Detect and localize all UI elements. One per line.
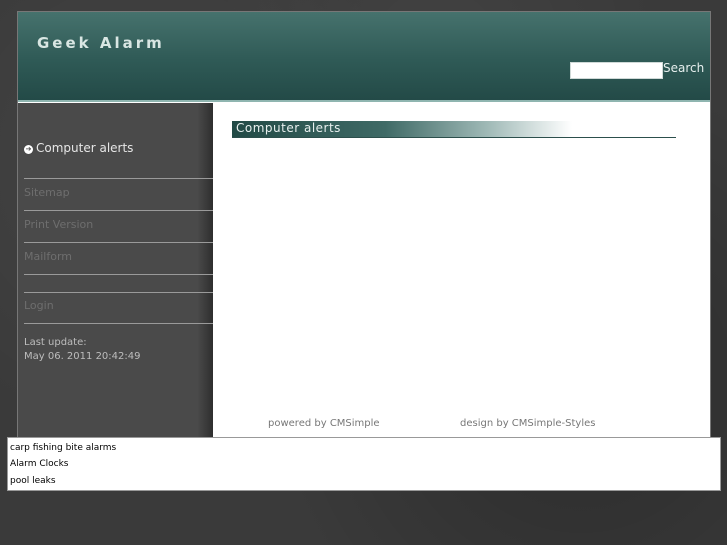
nav-item-current-label: Computer alerts — [36, 141, 134, 155]
divider — [24, 210, 213, 211]
powered-by: powered by CMSimple — [268, 418, 380, 429]
divider — [24, 274, 213, 275]
arrow-right-icon: ➔ — [24, 145, 33, 154]
cmsimple-link[interactable]: CMSimple — [330, 418, 380, 429]
header: Geek Alarm Search — [18, 12, 710, 102]
last-update-label: Last update: — [24, 337, 87, 348]
login-link[interactable]: Login — [24, 299, 54, 312]
divider — [24, 242, 213, 243]
link-pool-leaks[interactable]: pool leaks — [10, 476, 56, 486]
mailform-link[interactable]: Mailform — [24, 250, 72, 263]
external-links-panel: carp fishing bite alarms Alarm Clocks po… — [7, 437, 721, 491]
nav-item-current[interactable]: ➔ Computer alerts — [24, 141, 133, 155]
last-update-value: May 06. 2011 20:42:49 — [24, 351, 141, 362]
page-container: Geek Alarm Search ➔ Computer alerts Sitem… — [17, 11, 711, 439]
print-version-link[interactable]: Print Version — [24, 218, 93, 231]
search-button[interactable]: Search — [663, 61, 704, 75]
design-by: design by CMSimple-Styles — [460, 418, 596, 429]
content-heading: Computer alerts — [232, 121, 676, 138]
sitemap-link[interactable]: Sitemap — [24, 186, 70, 199]
page-title: Computer alerts — [236, 121, 341, 135]
sidebar: ➔ Computer alerts Sitemap Print Version M… — [18, 103, 213, 438]
divider — [24, 178, 213, 179]
search-input[interactable] — [570, 62, 663, 79]
link-carp-fishing-bite-alarms[interactable]: carp fishing bite alarms — [10, 443, 116, 453]
divider — [24, 292, 213, 293]
site-title: Geek Alarm — [37, 34, 165, 52]
cmsimple-styles-link[interactable]: CMSimple-Styles — [512, 418, 596, 429]
powered-by-prefix: powered by — [268, 418, 330, 429]
design-by-prefix: design by — [460, 418, 512, 429]
link-alarm-clocks[interactable]: Alarm Clocks — [10, 459, 68, 469]
divider — [24, 323, 213, 324]
